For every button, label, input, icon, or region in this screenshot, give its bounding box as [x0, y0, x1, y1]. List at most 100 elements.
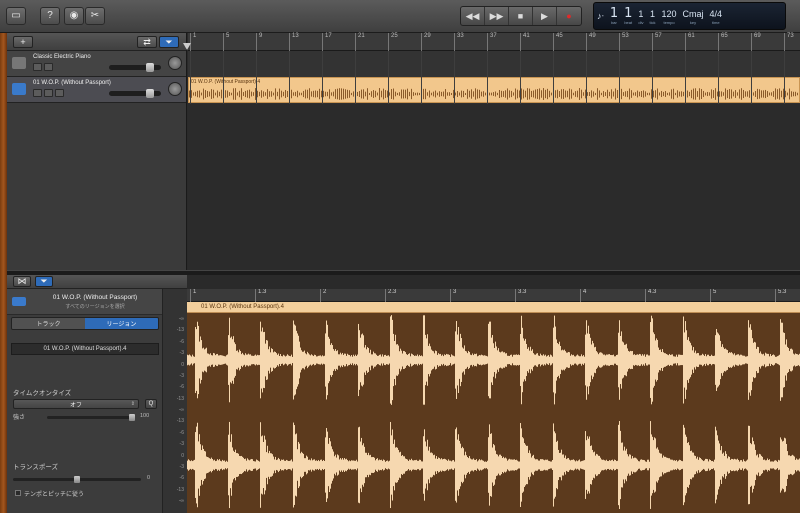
db-label: -6 [179, 384, 184, 391]
region-name-field[interactable]: 01 W.O.P. (Without Passport).4 [11, 343, 159, 355]
tab-track[interactable]: トラック [12, 318, 85, 329]
play-button[interactable]: ▶ [533, 7, 557, 25]
ruler-tick: 65 [718, 33, 728, 51]
region-waveform [189, 88, 798, 100]
main-toolbar: ▭ ? ◉ ✂ ◀◀ ▶▶ ■ ▶ ● ♪ᐧ 1 bar 1 beat 1 div 1… [0, 0, 800, 33]
audio-track-icon [12, 297, 26, 306]
garageband-window: ▭ ? ◉ ✂ ◀◀ ▶▶ ■ ▶ ● ♪ᐧ 1 bar 1 beat 1 div 1… [0, 0, 800, 513]
editors-button[interactable]: ✂ [85, 7, 105, 25]
pan-knob[interactable] [168, 82, 182, 96]
db-label: -∞ [178, 316, 184, 322]
headphones-icon[interactable] [44, 63, 53, 71]
strength-knob[interactable] [129, 414, 135, 421]
smart-tempo-button[interactable]: ⇄ [137, 36, 157, 48]
audio-region[interactable]: 01 W.O.P. (Without Passport).4 [188, 77, 800, 103]
editor-ruler-tick: 3 [450, 289, 456, 302]
tab-region[interactable]: リージョン [85, 318, 158, 329]
lcd-display[interactable]: ♪ᐧ 1 bar 1 beat 1 div 1 tick 120 tempo Cmaj ke… [593, 2, 786, 30]
db-label: -3 [179, 350, 184, 357]
mute-icon[interactable] [33, 89, 42, 97]
volume-slider[interactable] [109, 89, 161, 98]
strength-value: 100 [140, 413, 150, 419]
audio-waveform-icon [12, 83, 26, 95]
track-header-2[interactable]: 01 W.O.P. (Without Passport) [7, 77, 186, 103]
grid-line [718, 51, 719, 104]
grid-line [652, 51, 653, 104]
editor-toolbar: ⋈ ⏷ [7, 275, 187, 289]
ruler-tick: 9 [256, 33, 262, 51]
db-label: -13 [176, 418, 184, 425]
track-header-1[interactable]: Classic Electric Piano [7, 51, 186, 77]
db-label: -3 [179, 441, 184, 448]
smart-controls-button[interactable]: ◉ [64, 7, 84, 25]
flex-button[interactable]: ⋈ [13, 276, 31, 287]
tracks-area[interactable]: 1 5 9 13 17 21 25 29 33 37 41 45 49 53 57 61 65 69 73 01 W… [183, 33, 800, 270]
transpose-label: トランスポーズ [13, 464, 59, 471]
mute-icon[interactable] [33, 63, 42, 71]
editor-ruler[interactable]: 1 1.3 2 2.3 3 3.3 4 4.3 5 5.3 [187, 289, 800, 302]
inspector-header: 01 W.O.P. (Without Passport) すべてのリージョンを選… [7, 289, 162, 315]
db-label: -13 [176, 395, 184, 402]
arrange-ruler[interactable]: 1 5 9 13 17 21 25 29 33 37 41 45 49 53 57 61 65 69 73 [188, 33, 800, 51]
help-icon: ? [47, 10, 53, 21]
editor-ruler-tick: 2.3 [385, 289, 396, 302]
grid-line [190, 51, 191, 104]
db-label: -6 [179, 475, 184, 482]
lcd-div: 1 div [638, 8, 644, 25]
library-button[interactable]: ▭ [6, 7, 26, 25]
grid-line [784, 51, 785, 104]
ruler-tick: 33 [454, 33, 464, 51]
db-label: -6 [179, 338, 184, 345]
arrows-icon: ⇄ [143, 36, 151, 47]
record-enable-icon[interactable] [55, 89, 64, 97]
ruler-tick: 37 [487, 33, 497, 51]
track-lane-1[interactable] [188, 51, 800, 77]
grid-line [388, 51, 389, 104]
library-icon: ▭ [11, 10, 21, 21]
add-track-button[interactable]: + [13, 36, 33, 48]
transpose-knob[interactable] [74, 476, 80, 483]
rewind-button[interactable]: ◀◀ [461, 7, 485, 25]
follow-tempo-label: テンポとピッチに従う [24, 492, 85, 498]
ruler-tick: 13 [289, 33, 299, 51]
track-buttons [33, 89, 64, 97]
audio-editor[interactable]: 1 1.3 2 2.3 3 3.3 4 4.3 5 5.3 01 W.O.P. (Without … [187, 289, 800, 513]
transpose-slider[interactable] [13, 476, 141, 483]
ruler-tick: 53 [619, 33, 629, 51]
lcd-tempo: 120 tempo [661, 8, 677, 25]
editor-ruler-tick: 5.3 [775, 289, 786, 302]
headphones-icon[interactable] [44, 89, 53, 97]
grid-line [355, 51, 356, 104]
inspector-tabs: トラック リージョン [11, 317, 159, 330]
grid-line [256, 51, 257, 104]
catch-button[interactable]: ⏷ [35, 276, 53, 287]
playhead-icon[interactable] [183, 43, 191, 50]
editor-region-bar[interactable]: 01 W.O.P. (Without Passport).4 [187, 302, 800, 313]
follow-tempo-checkbox[interactable] [15, 490, 21, 496]
region-inspector: 01 W.O.P. (Without Passport) すべてのリージョンを選… [7, 289, 163, 513]
track-headers: + ⇄ ⏷ Classic Electric Piano 01 W.O.P. (… [7, 33, 187, 270]
quantize-button[interactable]: Q [145, 399, 157, 409]
help-button[interactable]: ? [40, 7, 60, 25]
volume-slider[interactable] [109, 63, 161, 72]
stop-button[interactable]: ■ [509, 7, 533, 25]
volume-knob[interactable] [146, 89, 155, 98]
flex-icon: ⋈ [17, 276, 27, 286]
inspector-title: 01 W.O.P. (Without Passport) [52, 294, 138, 301]
strength-slider[interactable] [47, 414, 135, 421]
record-button[interactable]: ● [557, 7, 581, 25]
lcd-bar: 1 bar [609, 6, 619, 25]
fast-forward-button[interactable]: ▶▶ [485, 7, 509, 25]
editor-region-label: 01 W.O.P. (Without Passport).4 [201, 304, 284, 310]
ruler-tick: 41 [520, 33, 530, 51]
transpose-value: 0 [147, 475, 151, 481]
wood-side-panel [0, 33, 7, 513]
ruler-tick: 57 [652, 33, 662, 51]
ruler-tick: 73 [784, 33, 794, 51]
quantize-label: タイムクオンタイズ [13, 390, 72, 397]
volume-knob[interactable] [146, 63, 155, 72]
pan-knob[interactable] [168, 56, 182, 70]
catch-playhead-button[interactable]: ⏷ [159, 36, 179, 48]
quantize-popup[interactable]: オフ ⇕ [13, 399, 139, 409]
lcd-beat: 1 beat [624, 6, 633, 25]
